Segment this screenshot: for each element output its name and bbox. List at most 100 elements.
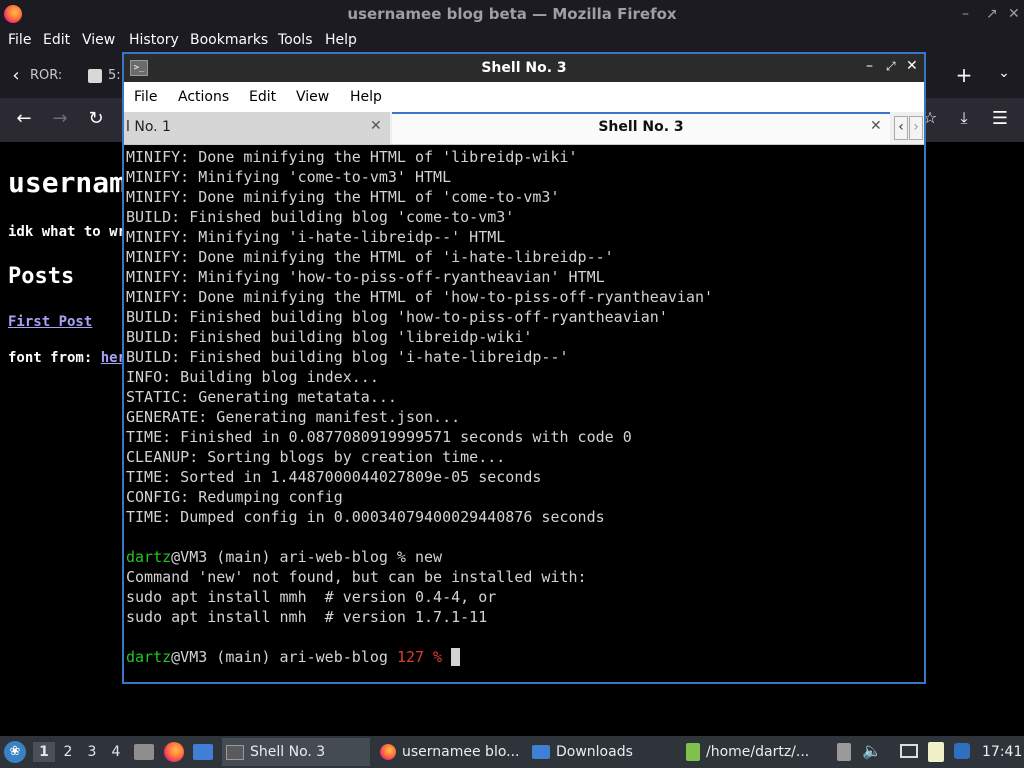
workspace-4[interactable]: 4 bbox=[105, 742, 127, 762]
folder-task-icon bbox=[532, 745, 550, 759]
forward-icon[interactable]: → bbox=[50, 108, 70, 129]
terminal-maximize-icon[interactable]: ⤢ bbox=[886, 59, 896, 74]
terminal-line: GENERATE: Generating manifest.json... bbox=[126, 408, 461, 426]
first-post-link[interactable]: First Post bbox=[8, 314, 92, 330]
terminal-line: MINIFY: Done minifying the HTML of 'how-… bbox=[126, 288, 713, 306]
terminal-menu-view[interactable]: View bbox=[296, 89, 329, 105]
terminal-menu-actions[interactable]: Actions bbox=[178, 89, 229, 105]
terminal-line: MINIFY: Done minifying the HTML of 'i-ha… bbox=[126, 248, 614, 266]
task-label: Downloads bbox=[556, 744, 633, 760]
task-firefox[interactable]: usernamee blo... bbox=[376, 738, 524, 766]
terminal-line: MINIFY: Minifying 'i-hate-libreidp--' HT… bbox=[126, 228, 506, 246]
minimize-icon[interactable]: – bbox=[962, 6, 969, 22]
firefox-task-icon bbox=[380, 744, 396, 760]
terminal-menu-help[interactable]: Help bbox=[350, 89, 382, 105]
terminal-task-icon bbox=[226, 744, 244, 760]
text-editor-task-icon bbox=[686, 743, 700, 761]
tab-fragment-2[interactable]: 5: bbox=[108, 68, 121, 83]
maximize-icon[interactable]: ↗ bbox=[986, 6, 998, 22]
tab-close-icon[interactable]: ✕ bbox=[870, 118, 882, 134]
tab-scroll-left-icon[interactable]: ‹ bbox=[894, 116, 908, 140]
terminal-menubar: File Actions Edit View Help bbox=[124, 82, 924, 112]
terminal-line: BUILD: Finished building blog 'libreidp-… bbox=[126, 328, 533, 346]
firefox-titlebar: usernamee blog beta — Mozilla Firefox – … bbox=[0, 0, 1024, 29]
terminal-tabbar: l No. 1 ✕ Shell No. 3 ✕ ‹ › bbox=[124, 112, 924, 145]
prompt-user: dartz bbox=[126, 648, 172, 666]
clock[interactable]: 17:41 bbox=[982, 744, 1022, 760]
back-icon[interactable]: ← bbox=[14, 108, 34, 129]
menu-bookmarks[interactable]: Bookmarks bbox=[190, 32, 268, 48]
app-menu-icon[interactable]: ☰ bbox=[990, 108, 1010, 129]
task-label: /home/dartz/... bbox=[706, 744, 810, 760]
clipboard-icon[interactable] bbox=[837, 743, 851, 761]
task-downloads[interactable]: Downloads bbox=[530, 738, 678, 766]
updates-icon[interactable] bbox=[954, 743, 970, 759]
font-from-text: font from: bbox=[8, 350, 93, 366]
terminal-minimize-icon[interactable]: – bbox=[866, 58, 873, 74]
volume-icon[interactable]: 🔈 bbox=[862, 741, 882, 760]
terminal-tab-1[interactable]: l No. 1 ✕ bbox=[124, 112, 390, 144]
close-icon[interactable]: ✕ bbox=[1008, 6, 1020, 22]
task-label: Shell No. 3 bbox=[250, 744, 326, 760]
terminal-line: TIME: Dumped config in 0.000340794000294… bbox=[126, 508, 605, 526]
menu-view[interactable]: View bbox=[82, 32, 115, 48]
notes-icon[interactable] bbox=[928, 742, 944, 762]
menu-file[interactable]: File bbox=[8, 32, 31, 48]
taskbar: ❀ 1 2 3 4 Shell No. 3 usernamee blo... D… bbox=[0, 736, 1024, 768]
list-all-tabs-icon[interactable]: ⌄ bbox=[994, 65, 1014, 81]
terminal-tab-3[interactable]: Shell No. 3 ✕ bbox=[392, 112, 890, 144]
terminal-line: MINIFY: Minifying 'come-to-vm3' HTML bbox=[126, 168, 452, 186]
firefox-launcher-icon[interactable] bbox=[164, 742, 184, 762]
task-label: usernamee blo... bbox=[402, 744, 520, 760]
task-shell[interactable]: Shell No. 3 bbox=[222, 738, 370, 766]
terminal-line: Command 'new' not found, but can be inst… bbox=[126, 568, 587, 586]
terminal-close-icon[interactable]: ✕ bbox=[906, 58, 918, 74]
network-icon[interactable] bbox=[900, 744, 918, 758]
terminal-line: MINIFY: Done minifying the HTML of 'libr… bbox=[126, 148, 578, 166]
task-home-dartz[interactable]: /home/dartz/... bbox=[682, 738, 830, 766]
workspace-2[interactable]: 2 bbox=[57, 742, 79, 762]
downloads-icon[interactable]: ⤓ bbox=[954, 108, 974, 128]
menu-history[interactable]: History bbox=[129, 32, 179, 48]
menu-help[interactable]: Help bbox=[325, 32, 357, 48]
tab-close-icon[interactable]: ✕ bbox=[370, 118, 382, 134]
file-manager-launcher-icon[interactable] bbox=[134, 744, 154, 760]
prompt-rest: @VM3 (main) ari-web-blog % new bbox=[171, 548, 443, 566]
posts-heading: Posts bbox=[8, 264, 75, 289]
page-tagline: idk what to wri bbox=[8, 224, 135, 240]
workspace-1[interactable]: 1 bbox=[33, 742, 55, 762]
menu-tools[interactable]: Tools bbox=[278, 32, 313, 48]
start-menu-icon[interactable]: ❀ bbox=[4, 741, 26, 763]
terminal-title: Shell No. 3 bbox=[481, 60, 567, 76]
menu-edit[interactable]: Edit bbox=[43, 32, 70, 48]
terminal-line: CONFIG: Redumping config bbox=[126, 488, 343, 506]
terminal-prompt-active[interactable]: dartz@VM3 (main) ari-web-blog 127 % bbox=[126, 647, 922, 667]
terminal-line: sudo apt install mmh # version 0.4-4, or bbox=[126, 588, 497, 606]
terminal-line: TIME: Finished in 0.0877080919999571 sec… bbox=[126, 428, 632, 446]
terminal-line: sudo apt install nmh # version 1.7.1-11 bbox=[126, 608, 488, 626]
tab-scroll-left-icon[interactable]: ‹ bbox=[8, 65, 24, 86]
terminal-window[interactable]: >_ Shell No. 3 – ⤢ ✕ File Actions Edit V… bbox=[122, 52, 926, 684]
terminal-line: MINIFY: Minifying 'how-to-piss-off-ryant… bbox=[126, 268, 605, 286]
tab-scroll-right-icon[interactable]: › bbox=[909, 116, 923, 140]
terminal-menu-edit[interactable]: Edit bbox=[249, 89, 276, 105]
new-tab-icon[interactable]: + bbox=[954, 63, 974, 87]
workspace-3[interactable]: 3 bbox=[81, 742, 103, 762]
terminal-line: BUILD: Finished building blog 'i-hate-li… bbox=[126, 348, 569, 366]
terminal-line: INFO: Building blog index... bbox=[126, 368, 379, 386]
desktop-launcher-icon[interactable] bbox=[193, 744, 213, 760]
terminal-cursor[interactable] bbox=[451, 648, 461, 666]
terminal-line: TIME: Sorted in 1.4487000044027809e-05 s… bbox=[126, 468, 542, 486]
exit-code: 127 % bbox=[396, 648, 443, 666]
terminal-line: BUILD: Finished building blog 'how-to-pi… bbox=[126, 308, 668, 326]
tab-fragment-1[interactable]: ROR: bbox=[30, 68, 62, 83]
terminal-line: CLEANUP: Sorting blogs by creation time.… bbox=[126, 448, 506, 466]
terminal-output[interactable]: MINIFY: Done minifying the HTML of 'libr… bbox=[126, 147, 922, 682]
terminal-line: MINIFY: Done minifying the HTML of 'come… bbox=[126, 188, 560, 206]
tab-favicon-icon bbox=[88, 69, 102, 83]
terminal-line: BUILD: Finished building blog 'come-to-v… bbox=[126, 208, 515, 226]
terminal-menu-file[interactable]: File bbox=[134, 89, 157, 105]
reload-icon[interactable]: ↻ bbox=[86, 108, 106, 129]
